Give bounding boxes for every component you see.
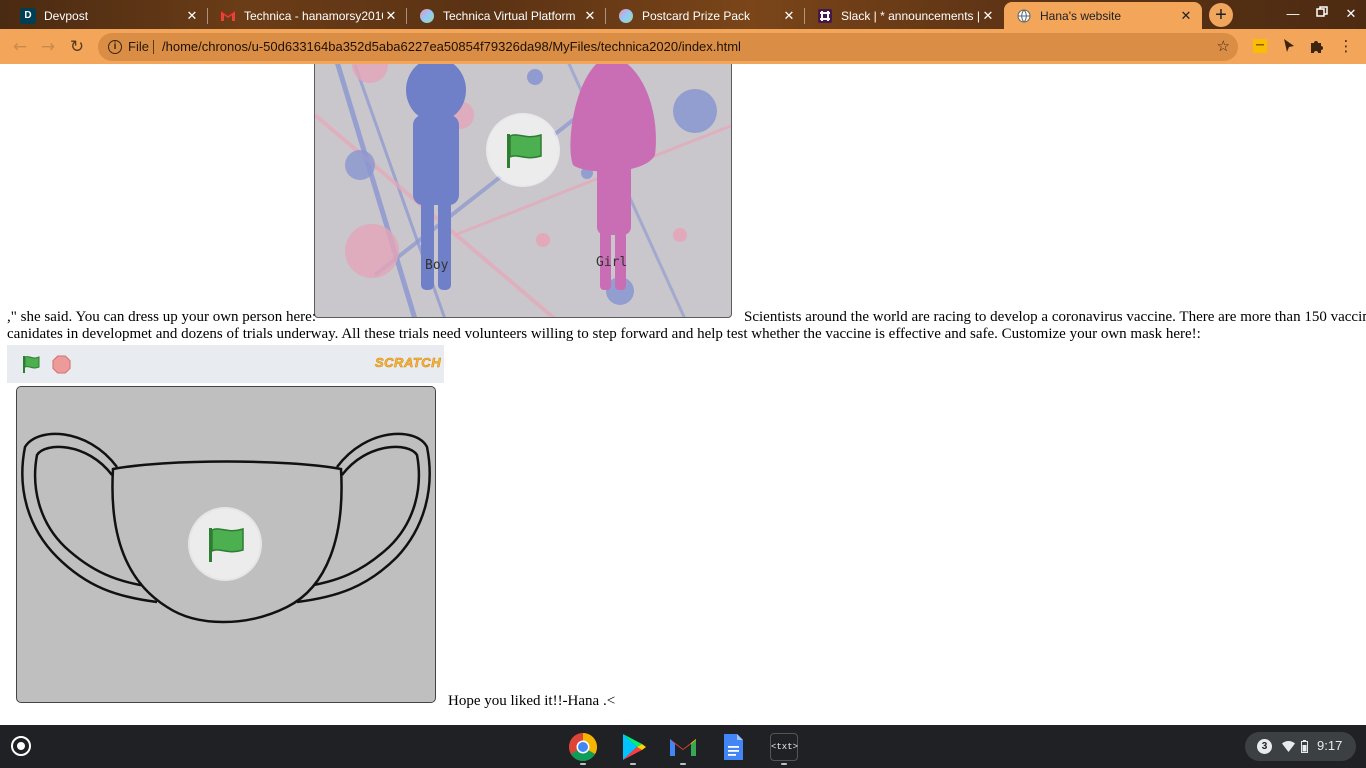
browser-toolbar: ← → ↻ i File /home/chronos/u-50d633164ba… (0, 29, 1366, 64)
devpost-icon: D (20, 7, 36, 24)
tab-title: Devpost (44, 8, 89, 23)
scratch-controls-bar: SCRATCH (7, 345, 444, 383)
reload-icon[interactable]: ↻ (66, 36, 88, 58)
close-icon[interactable]: ✕ (582, 8, 598, 24)
close-icon[interactable]: ✕ (980, 8, 996, 24)
girl-label: Girl (596, 255, 628, 270)
closing-text: Hope you liked it!!-Hana .< (448, 693, 616, 709)
tab-title: Technica Virtual Platform (443, 8, 576, 23)
technica-icon (419, 8, 435, 24)
info-icon[interactable]: i (108, 40, 122, 54)
web-page: Boy Girl ," she said. You can dress up y… (0, 64, 1366, 725)
scratch-logo[interactable]: SCRATCH (375, 355, 441, 371)
menu-icon[interactable]: ⋮ (1338, 38, 1354, 54)
close-icon[interactable]: ✕ (184, 8, 200, 24)
tab-title: Hana's website (1040, 8, 1121, 23)
status-tray[interactable]: 3 9:17 (1245, 732, 1356, 761)
launcher-icon[interactable] (11, 736, 31, 756)
tab-slack[interactable]: Slack | * announcements | Te ✕ (805, 2, 1004, 29)
tab-title: Postcard Prize Pack (642, 8, 751, 23)
tab-title: Slack | * announcements | Te (841, 8, 980, 23)
globe-icon (1016, 8, 1032, 24)
green-flag-icon (209, 527, 244, 562)
chromeos-shelf: <txt> 3 9:17 (0, 725, 1366, 768)
green-flag-icon (507, 133, 542, 168)
scratch-stage-mask[interactable] (16, 386, 436, 703)
tab-hanas-website[interactable]: Hana's website ✕ (1004, 2, 1202, 29)
bookmark-star-icon[interactable]: ☆ (1217, 37, 1230, 55)
address-scheme: File (128, 39, 149, 54)
wifi-icon (1282, 741, 1295, 752)
close-window-icon[interactable]: ✕ (1341, 6, 1361, 22)
green-flag-icon[interactable] (21, 354, 41, 374)
technica-icon (618, 8, 634, 24)
chrome-icon[interactable] (568, 732, 598, 762)
notification-badge: 3 (1257, 739, 1272, 754)
restore-icon[interactable] (1312, 6, 1332, 21)
address-bar[interactable]: i File /home/chronos/u-50d633164ba352d5a… (98, 33, 1238, 61)
tab-strip: D Devpost ✕ Technica - hanamorsy2010@ ✕ … (0, 0, 1366, 29)
cursor-extension-icon[interactable] (1281, 38, 1297, 54)
tab-title: Technica - hanamorsy2010@ (244, 8, 383, 23)
text-editor-icon[interactable]: <txt> (770, 733, 798, 761)
tab-postcard-prize[interactable]: Postcard Prize Pack ✕ (606, 2, 805, 29)
close-icon[interactable]: ✕ (383, 8, 399, 24)
clock: 9:17 (1317, 738, 1343, 753)
extension-icon[interactable] (1252, 38, 1268, 54)
minimize-icon[interactable]: — (1283, 6, 1303, 21)
address-url[interactable]: /home/chronos/u-50d633164ba352d5aba6227e… (162, 39, 741, 54)
tab-technica-platform[interactable]: Technica Virtual Platform ✕ (407, 2, 606, 29)
green-flag-overlay-button[interactable] (190, 509, 260, 579)
dressup-intro-text: ," she said. You can dress up your own p… (7, 309, 316, 325)
boy-silhouette (406, 64, 466, 290)
green-flag-overlay-button[interactable] (488, 115, 558, 185)
stop-icon[interactable] (52, 355, 71, 374)
tab-devpost[interactable]: D Devpost ✕ (8, 2, 208, 29)
vaccine-text-line1: Scientists around the world are racing t… (744, 309, 1366, 325)
gmail-icon[interactable] (668, 732, 698, 762)
slack-icon (817, 8, 833, 24)
new-tab-button[interactable]: + (1209, 3, 1233, 27)
docs-icon[interactable] (718, 732, 748, 762)
gmail-icon (220, 8, 236, 24)
scratch-stage-dressup[interactable]: Boy Girl (314, 64, 732, 318)
battery-icon (1301, 740, 1308, 753)
puzzle-icon[interactable] (1309, 38, 1325, 54)
forward-icon[interactable]: → (37, 36, 59, 58)
boy-label: Boy (425, 258, 449, 273)
back-icon[interactable]: ← (9, 36, 31, 58)
play-store-icon[interactable] (618, 732, 648, 762)
close-icon[interactable]: ✕ (1178, 8, 1194, 24)
tab-gmail[interactable]: Technica - hanamorsy2010@ ✕ (208, 2, 407, 29)
close-icon[interactable]: ✕ (781, 8, 797, 24)
vaccine-text-line2: canidates in developmet and dozens of tr… (7, 326, 1201, 342)
stage-background (315, 64, 731, 317)
